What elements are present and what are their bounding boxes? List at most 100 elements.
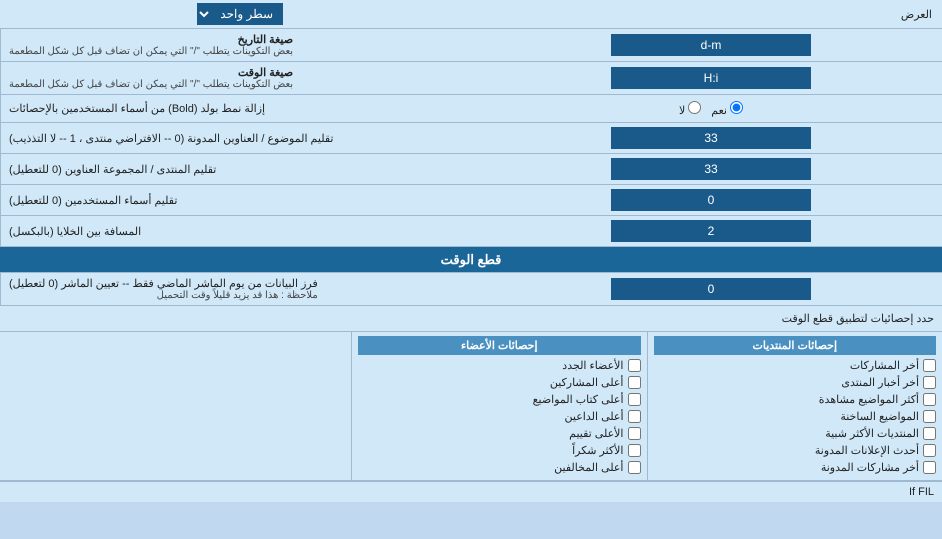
date-format-sublabel: بعض التكوينات يتطلب "/" التي يمكن ان تضا…: [9, 46, 293, 57]
forum-nav-input[interactable]: [611, 158, 811, 180]
check-top-topic-writers[interactable]: [628, 393, 641, 406]
cutoff-input[interactable]: [611, 278, 811, 300]
check-highest-rated[interactable]: [628, 427, 641, 440]
check-highest-rated-label: الأعلى تقييم: [569, 427, 623, 440]
date-format-title: صيغة التاريخ: [9, 33, 293, 46]
cutoff-input-cell: [480, 273, 942, 305]
checkboxes-area: إحصائات المنتديات أخر المشاركات أخر أخبا…: [0, 332, 942, 481]
member-stats-col: إحصائات الأعضاء الأعضاء الجدد أعلى المشا…: [351, 332, 647, 480]
check-item: أحدث الإعلانات المدونة: [654, 442, 937, 459]
check-most-thanked-label: الأكثر شكراً: [572, 444, 623, 457]
check-hot-topics-label: المواضيع الساخنة: [840, 410, 919, 423]
cell-spacing-row: المسافة بين الخلايا (بالبكسل): [0, 216, 942, 247]
check-item: أعلى المخالفين: [358, 459, 641, 476]
user-nav-input-cell: [480, 185, 942, 215]
radio-yes[interactable]: [730, 101, 743, 114]
check-most-warned-label: أعلى المخالفين: [554, 461, 623, 474]
check-item: أخر أخبار المنتدى: [654, 374, 937, 391]
bold-remove-row: نعم لا إزالة نمط بولد (Bold) من أسماء ال…: [0, 95, 942, 123]
check-most-viewed[interactable]: [923, 393, 936, 406]
forum-stats-col: إحصائات المنتديات أخر المشاركات أخر أخبا…: [647, 332, 942, 480]
check-blog-posts[interactable]: [923, 461, 936, 474]
user-nav-row: تقليم أسماء المستخدمين (0 للتعطيل): [0, 185, 942, 216]
main-container: العرض سطر واحد سطرين ثلاثة أسطر صيغة الت…: [0, 0, 942, 502]
check-latest-announces-label: أحدث الإعلانات المدونة: [815, 444, 919, 457]
check-item: أعلى المشاركين: [358, 374, 641, 391]
check-last-news[interactable]: [923, 376, 936, 389]
radio-no-label[interactable]: لا: [679, 101, 701, 117]
right-spacer-col: [0, 332, 351, 480]
check-latest-announces[interactable]: [923, 444, 936, 457]
time-format-label: صيغة الوقت بعض التكوينات يتطلب "/" التي …: [0, 62, 480, 94]
top-header-row: العرض سطر واحد سطرين ثلاثة أسطر: [0, 0, 942, 29]
check-most-warned[interactable]: [628, 461, 641, 474]
check-item: أعلى كتاب المواضيع: [358, 391, 641, 408]
forum-stats-header: إحصائات المنتديات: [654, 336, 937, 355]
time-format-input-cell: [480, 62, 942, 94]
time-format-sublabel: بعض التكوينات يتطلب "/" التي يمكن ان تضا…: [9, 79, 293, 90]
topic-nav-label: تقليم الموضوع / العناوين المدونة (0 -- ا…: [0, 123, 480, 153]
check-item: أخر المشاركات: [654, 357, 937, 374]
check-top-inviters[interactable]: [628, 410, 641, 423]
check-item: المنتديات الأكثر شبية: [654, 425, 937, 442]
check-last-news-label: أخر أخبار المنتدى: [841, 376, 919, 389]
cell-spacing-input-cell: [480, 216, 942, 246]
cutoff-note: ملاحظة : هذا قد يزيد قليلاً وقت التحميل: [9, 290, 318, 301]
limit-row: حدد إحصائيات لتطبيق قطع الوقت: [0, 306, 942, 332]
radio-no[interactable]: [688, 101, 701, 114]
check-top-posters-label: أعلى المشاركين: [550, 376, 624, 389]
bold-radio-cell: نعم لا: [480, 95, 942, 122]
radio-yes-label[interactable]: نعم: [711, 101, 743, 117]
cell-spacing-input[interactable]: [611, 220, 811, 242]
check-item: المواضيع الساخنة: [654, 408, 937, 425]
bottom-text-row: If FIL: [0, 481, 942, 502]
time-format-title: صيغة الوقت: [9, 66, 293, 79]
topic-nav-input[interactable]: [611, 127, 811, 149]
check-most-thanked[interactable]: [628, 444, 641, 457]
topic-nav-input-cell: [480, 123, 942, 153]
check-item: أخر مشاركات المدونة: [654, 459, 937, 476]
date-format-input[interactable]: [611, 34, 811, 56]
section-title: العرض: [480, 4, 942, 25]
check-top-topic-writers-label: أعلى كتاب المواضيع: [533, 393, 624, 406]
forum-nav-input-cell: [480, 154, 942, 184]
limit-label: حدد إحصائيات لتطبيق قطع الوقت: [8, 312, 934, 325]
check-item: الأعضاء الجدد: [358, 357, 641, 374]
cutoff-main-label: فرز البيانات من يوم الماشر الماضي فقط --…: [9, 277, 318, 290]
date-format-input-cell: [480, 29, 942, 61]
cutoff-row: فرز البيانات من يوم الماشر الماضي فقط --…: [0, 273, 942, 306]
check-new-members-label: الأعضاء الجدد: [562, 359, 623, 372]
member-stats-header: إحصائات الأعضاء: [358, 336, 641, 355]
check-item: أكثر المواضيع مشاهدة: [654, 391, 937, 408]
dropdown-area: سطر واحد سطرين ثلاثة أسطر: [0, 0, 480, 28]
check-most-viewed-label: أكثر المواضيع مشاهدة: [819, 393, 919, 406]
check-top-inviters-label: أعلى الداعين: [565, 410, 624, 423]
time-format-input[interactable]: [611, 67, 811, 89]
check-item: الأعلى تقييم: [358, 425, 641, 442]
bottom-text: If FIL: [909, 486, 934, 498]
cutoff-label: فرز البيانات من يوم الماشر الماضي فقط --…: [0, 273, 480, 305]
check-last-posts-label: أخر المشاركات: [850, 359, 919, 372]
topic-nav-row: تقليم الموضوع / العناوين المدونة (0 -- ا…: [0, 123, 942, 154]
date-format-row: صيغة التاريخ بعض التكوينات يتطلب "/" الت…: [0, 29, 942, 62]
cutoff-section-title: قطع الوقت: [0, 248, 942, 272]
display-select[interactable]: سطر واحد سطرين ثلاثة أسطر: [197, 3, 283, 25]
cell-spacing-label: المسافة بين الخلايا (بالبكسل): [0, 216, 480, 246]
forum-nav-label: تقليم المنتدى / المجموعة العناوين (0 للت…: [0, 154, 480, 184]
check-item: الأكثر شكراً: [358, 442, 641, 459]
check-similar-forums-label: المنتديات الأكثر شبية: [825, 427, 919, 440]
check-hot-topics[interactable]: [923, 410, 936, 423]
user-nav-label: تقليم أسماء المستخدمين (0 للتعطيل): [0, 185, 480, 215]
check-last-posts[interactable]: [923, 359, 936, 372]
forum-nav-row: تقليم المنتدى / المجموعة العناوين (0 للت…: [0, 154, 942, 185]
date-format-label: صيغة التاريخ بعض التكوينات يتطلب "/" الت…: [0, 29, 480, 61]
user-nav-input[interactable]: [611, 189, 811, 211]
bold-remove-label: إزالة نمط بولد (Bold) من أسماء المستخدمي…: [0, 95, 480, 122]
cutoff-section-header: قطع الوقت: [0, 247, 942, 273]
check-top-posters[interactable]: [628, 376, 641, 389]
bold-radio-group: نعم لا: [679, 101, 743, 117]
check-similar-forums[interactable]: [923, 427, 936, 440]
check-item: أعلى الداعين: [358, 408, 641, 425]
check-new-members[interactable]: [628, 359, 641, 372]
check-blog-posts-label: أخر مشاركات المدونة: [821, 461, 919, 474]
